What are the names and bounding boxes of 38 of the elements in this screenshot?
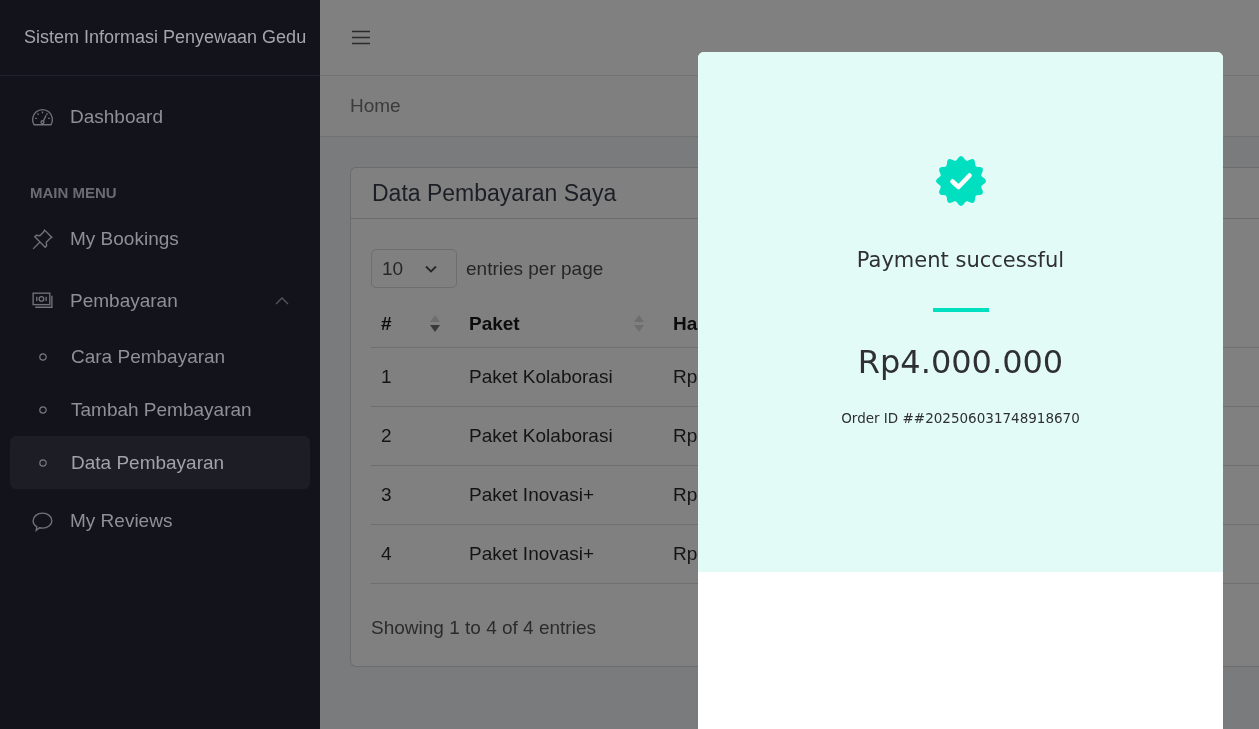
- table-cell-text: Paket Kolaborasi: [468, 365, 614, 389]
- sidebar-item[interactable]: My Reviews: [10, 496, 310, 546]
- table-cell-text: Paket Kolaborasi: [468, 424, 614, 448]
- sidebar-item[interactable]: Dashboard: [10, 92, 310, 142]
- sidebar-subitem[interactable]: Cara Pembayaran: [10, 330, 310, 383]
- sidebar-subitem[interactable]: Tambah Pembayaran: [10, 383, 310, 436]
- check-badge-icon: [935, 156, 986, 206]
- section-heading: MAIN MENU: [29, 183, 118, 203]
- column-header[interactable]: Ha: [663, 300, 699, 347]
- table-cell-text: 1: [380, 365, 393, 389]
- table-cell-text: Rp: [672, 365, 699, 389]
- sidebar-item[interactable]: Pembayaran: [10, 276, 310, 326]
- order-id: Order ID ##202506031748918670: [841, 409, 1080, 428]
- entries-label: entries per page: [466, 257, 604, 280]
- modal-title: Payment successful: [856, 247, 1065, 274]
- column-header[interactable]: #: [371, 300, 459, 347]
- card-title: Data Pembayaran Saya: [372, 179, 617, 207]
- entries-info: Showing 1 to 4 of 4 entries: [371, 616, 596, 640]
- table-cell-text: Rp: [672, 483, 699, 507]
- app-title: Sistem Informasi Penyewaan Gedu: [24, 27, 307, 48]
- circle-icon: [39, 458, 47, 467]
- menu-icon[interactable]: [352, 30, 370, 45]
- table-cell-text: Paket Inovasi+: [468, 542, 596, 566]
- table-cell-text: Rp: [672, 424, 699, 448]
- table-cell-text: 2: [380, 424, 393, 448]
- table-cell-text: 3: [380, 483, 393, 507]
- chevron-down-icon: [425, 264, 437, 273]
- pushpin-icon: [30, 226, 55, 252]
- sidebar-subitem[interactable]: Data Pembayaran: [10, 436, 310, 489]
- payment-amount: Rp4.000.000: [857, 342, 1064, 383]
- circle-icon: [39, 405, 47, 414]
- page-size-select[interactable]: 10: [371, 249, 457, 288]
- column-header[interactable]: Paket: [459, 300, 663, 347]
- sidebar-item[interactable]: My Bookings: [10, 214, 310, 264]
- circle-icon: [39, 352, 47, 361]
- table-cell-text: Rp: [672, 542, 699, 566]
- table-cell-text: 4: [380, 542, 393, 566]
- table-cell-text: Paket Inovasi+: [468, 483, 596, 507]
